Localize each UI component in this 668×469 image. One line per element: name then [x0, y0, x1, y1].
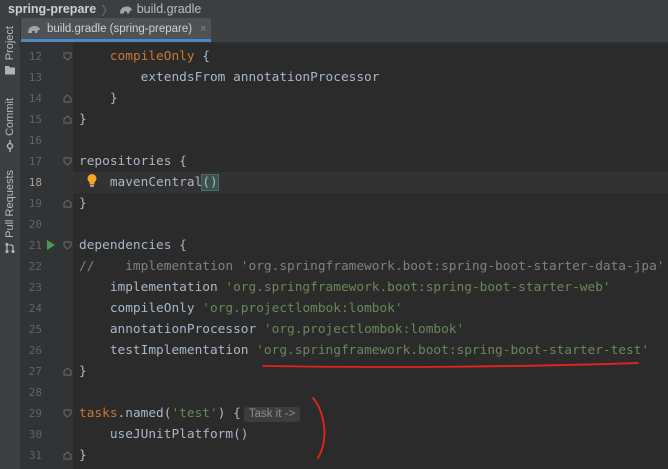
tool-window-strip: Project Commit Pull Requests [0, 18, 21, 469]
line-number[interactable]: 17 [21, 151, 42, 172]
line-number[interactable]: 25 [21, 319, 42, 340]
line-number[interactable]: 22 [21, 256, 42, 277]
line-number[interactable]: 19 [21, 193, 42, 214]
editor-gutter[interactable]: 12 13 14 15 16 17 18 19 20 21 22 23 24 25 26 27 28 29 30 31 [21, 43, 73, 469]
code-token: implementation [79, 280, 226, 295]
code-line[interactable]: testImplementation 'org.springframework.… [79, 340, 649, 361]
code-token: } [79, 91, 118, 106]
run-gutter-icon[interactable] [46, 240, 56, 250]
sidebar-item-pull-requests[interactable]: Pull Requests [0, 170, 20, 254]
code-token: } [79, 196, 87, 211]
breadcrumb-file[interactable]: build.gradle [137, 2, 202, 16]
line-number[interactable]: 23 [21, 277, 42, 298]
code-token: } [79, 364, 87, 379]
code-line[interactable]: useJUnitPlatform() [79, 424, 249, 445]
code-token: 'org.projectlombok:lombok' [202, 301, 403, 316]
line-number[interactable]: 18 [21, 172, 42, 193]
code-token: annotationProcessor [79, 322, 264, 337]
line-number[interactable]: 20 [21, 214, 42, 235]
code-token: // implementation 'org.springframework.b… [79, 259, 665, 274]
code-token: 'org.projectlombok:lombok' [263, 322, 465, 337]
editor-tab-bar: build.gradle (spring-prepare) × [21, 18, 668, 43]
gradle-icon [119, 6, 132, 13]
line-number[interactable]: 14 [21, 88, 42, 109]
fold-icon[interactable] [63, 199, 72, 208]
code-editor[interactable]: compileOnly { extendsFrom annotationProc… [73, 43, 668, 469]
fold-icon[interactable] [63, 157, 72, 166]
code-token: () [201, 174, 219, 191]
code-line[interactable]: // implementation 'org.springframework.b… [79, 256, 665, 277]
fold-icon[interactable] [63, 94, 72, 103]
code-token: .named( [117, 406, 172, 421]
code-token: useJUnitPlatform() [79, 427, 249, 442]
code-token: tasks [79, 406, 118, 421]
fold-icon[interactable] [63, 52, 72, 61]
line-number[interactable]: 24 [21, 298, 42, 319]
fold-icon[interactable] [63, 451, 72, 460]
inlay-hint[interactable]: Task it -> [243, 407, 301, 422]
tab-build-gradle[interactable]: build.gradle (spring-prepare) × [21, 18, 211, 42]
code-line[interactable]: annotationProcessor 'org.projectlombok:l… [79, 319, 464, 340]
text-caret [217, 175, 220, 190]
code-token: repositories { [79, 154, 187, 169]
breadcrumb: spring-prepare 〉 build.gradle [0, 0, 668, 18]
line-number[interactable]: 27 [21, 361, 42, 382]
line-number[interactable]: 30 [21, 424, 42, 445]
code-line[interactable]: } [79, 361, 87, 382]
code-line[interactable]: repositories { [79, 151, 187, 172]
code-line[interactable]: } [79, 88, 118, 109]
tab-label: build.gradle (spring-prepare) [47, 22, 193, 35]
line-number[interactable]: 26 [21, 340, 42, 361]
code-line[interactable]: implementation 'org.springframework.boot… [79, 277, 611, 298]
code-token: extendsFrom annotationProcessor [79, 70, 380, 85]
code-line[interactable]: } [79, 445, 87, 466]
fold-icon[interactable] [63, 241, 72, 250]
code-token: compileOnly [109, 49, 195, 64]
code-token: 'test' [171, 406, 218, 421]
breadcrumb-separator: 〉 [101, 3, 114, 18]
sidebar-item-project[interactable]: Project [0, 26, 20, 76]
folder-icon [5, 66, 15, 75]
sidebar-item-label: Project [4, 26, 16, 61]
code-line[interactable]: } [79, 109, 87, 130]
sidebar-item-label: Commit [4, 98, 16, 136]
code-token: } [79, 112, 87, 127]
code-line[interactable]: mavenCentral() [79, 172, 220, 193]
code-token: 'org.springframework.boot:spring-boot-st… [225, 280, 611, 295]
sidebar-item-commit[interactable]: Commit [0, 98, 20, 152]
line-number[interactable]: 21 [21, 235, 42, 256]
code-token: mavenCentral [79, 175, 203, 190]
code-token: { [194, 49, 210, 64]
code-line[interactable]: compileOnly { [79, 46, 210, 67]
sidebar-item-label: Pull Requests [4, 170, 16, 238]
line-number[interactable]: 16 [21, 130, 42, 151]
fold-icon[interactable] [63, 409, 72, 418]
code-token: compileOnly [79, 301, 203, 316]
fold-icon[interactable] [63, 115, 72, 124]
code-token: ) { [217, 406, 241, 421]
line-number[interactable]: 29 [21, 403, 42, 424]
close-icon[interactable]: × [200, 23, 206, 35]
line-number[interactable]: 12 [21, 46, 42, 67]
code-line[interactable]: } [79, 193, 87, 214]
code-token: testImplementation [79, 343, 257, 358]
code-line[interactable]: dependencies { [79, 235, 187, 256]
code-token: } [79, 448, 87, 463]
commit-icon [6, 139, 14, 152]
code-line[interactable]: extendsFrom annotationProcessor [79, 67, 380, 88]
code-token: 'org.springframework.boot:spring-boot-st… [256, 343, 650, 358]
pull-request-icon [5, 242, 15, 253]
breadcrumb-project[interactable]: spring-prepare [8, 2, 96, 16]
fold-icon[interactable] [63, 367, 72, 376]
code-line[interactable]: tasks.named('test') {Task it -> [79, 403, 301, 424]
code-token: dependencies { [79, 238, 187, 253]
line-number[interactable]: 31 [21, 445, 42, 466]
line-number[interactable]: 28 [21, 382, 42, 403]
line-number[interactable]: 13 [21, 67, 42, 88]
code-line[interactable]: compileOnly 'org.projectlombok:lombok' [79, 298, 403, 319]
line-number[interactable]: 15 [21, 109, 42, 130]
gradle-icon [28, 25, 40, 33]
